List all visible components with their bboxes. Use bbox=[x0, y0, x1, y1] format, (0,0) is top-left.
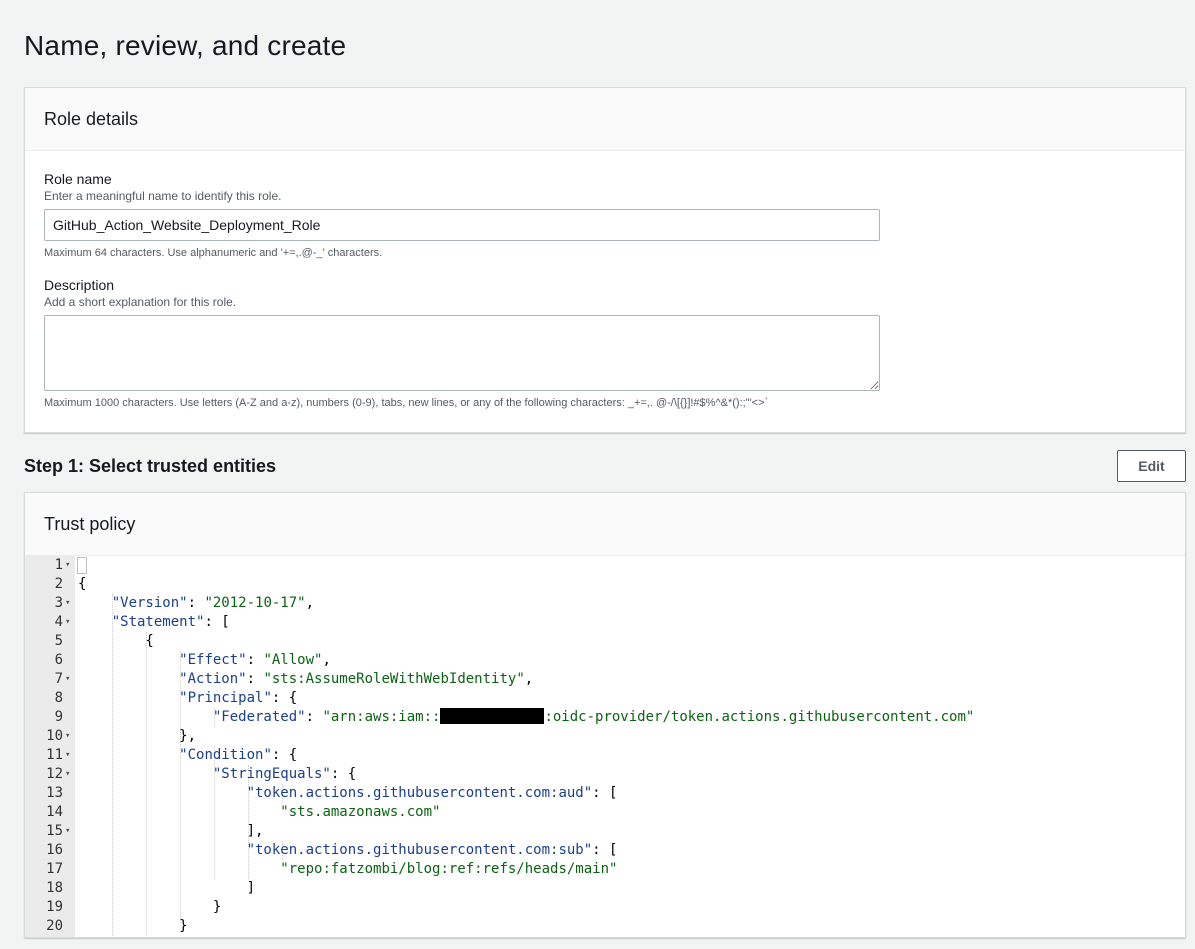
code-line-10: "Condition": { bbox=[179, 747, 298, 763]
code-line-1: { bbox=[78, 576, 87, 592]
description-description: Add a short explanation for this role. bbox=[44, 295, 237, 309]
trust-policy-header: Trust policy bbox=[25, 493, 1185, 556]
step1-title: Step 1: Select trusted entities bbox=[24, 455, 277, 476]
code-line-13: "sts.amazonaws.com" bbox=[280, 804, 441, 820]
role-details-header: Role details bbox=[25, 88, 1185, 151]
trust-policy-editor[interactable]: 1 ▾ 2 3 ▾ 4 ▾ 5 6 7 ▾ 8 9 10 ▾ 11 ▾ 12 ▾ 13 14 15 ▾ 16 17 18 19 20 … bbox=[25, 556, 1185, 937]
role-name-field: Role name Enter a meaningful name to ide… bbox=[44, 170, 880, 260]
code-line-7: "Principal": { bbox=[179, 690, 298, 706]
code-line-14: ], bbox=[78, 823, 264, 839]
description-constraint: Maximum 1000 characters. Use letters (A-… bbox=[44, 397, 769, 409]
code-line-17: ] bbox=[78, 880, 256, 896]
code-line-3: "Statement": [ bbox=[111, 614, 230, 630]
code-line-2: "Version": "2012-10-17", bbox=[111, 595, 315, 611]
code-line-5: "Effect": "Allow", bbox=[179, 652, 331, 668]
description-textarea[interactable] bbox=[44, 315, 880, 391]
code-line-20: } bbox=[25, 917, 1185, 936]
code-line-4: { bbox=[78, 633, 154, 649]
code-line-9: }, bbox=[78, 728, 197, 744]
role-details-panel: Role details Role name Enter a meaningfu… bbox=[24, 87, 1186, 433]
code-line-6: "Action": "sts:AssumeRoleWithWebIdentity… bbox=[179, 671, 534, 687]
code-line-12: "token.actions.githubusercontent.com:aud… bbox=[246, 785, 618, 801]
edit-button[interactable]: Edit bbox=[1117, 450, 1186, 482]
description-field: Description Add a short explanation for … bbox=[44, 276, 880, 410]
page-title: Name, review, and create bbox=[24, 30, 347, 61]
code-line-11: "StringEquals": { bbox=[212, 766, 357, 782]
role-name-label: Role name bbox=[44, 171, 112, 187]
trust-policy-panel: Trust policy 1 ▾ 2 3 ▾ 4 ▾ 5 6 7 ▾ 8 9 10 ▾ 11 ▾ 12 ▾ 13 14 1… bbox=[24, 492, 1186, 938]
description-label: Description bbox=[44, 277, 115, 293]
code-line-18: } bbox=[78, 899, 222, 915]
role-name-input[interactable] bbox=[44, 209, 880, 241]
code-line-19: } bbox=[78, 918, 188, 934]
code-line-8: "Federated": "arn:aws:iam:::oidc-provide… bbox=[212, 708, 975, 725]
role-name-description: Enter a meaningful name to identify this… bbox=[44, 189, 282, 203]
role-details-title: Role details bbox=[44, 108, 139, 129]
trust-policy-title: Trust policy bbox=[44, 513, 136, 534]
step1-header: Step 1: Select trusted entities Edit bbox=[24, 450, 1186, 482]
code-line-16: "repo:fatzombi/blog:ref:refs/heads/main" bbox=[280, 861, 618, 877]
role-name-constraint: Maximum 64 characters. Use alphanumeric … bbox=[44, 247, 383, 259]
code-line-15: "token.actions.githubusercontent.com:sub… bbox=[246, 842, 618, 858]
